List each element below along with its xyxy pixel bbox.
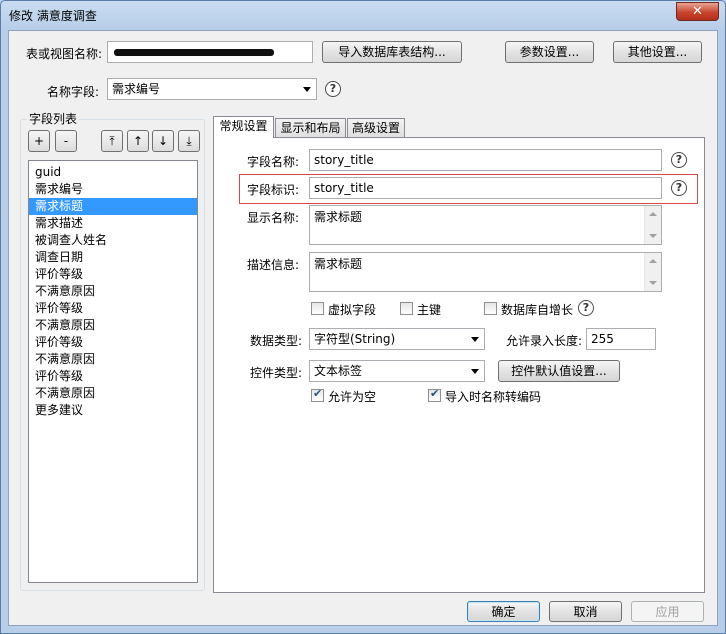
control-type-value: 文本标签 <box>314 364 363 378</box>
data-type-label: 数据类型: <box>250 334 303 348</box>
scrollbar[interactable] <box>644 206 661 244</box>
field-list-item[interactable]: 评价等级 <box>29 266 197 283</box>
max-length-input[interactable]: 255 <box>586 328 656 350</box>
help-icon[interactable]: ? <box>671 152 687 168</box>
move-up-button[interactable]: ↑ <box>127 130 149 152</box>
table-name-input[interactable] <box>107 41 313 63</box>
field-list-item[interactable]: 调查日期 <box>29 249 197 266</box>
display-name-label: 显示名称: <box>247 211 300 225</box>
redacted-text <box>114 49 274 56</box>
field-list-item[interactable]: 评价等级 <box>29 300 197 317</box>
remove-field-button[interactable]: - <box>55 130 77 152</box>
data-type-value: 字符型(String) <box>314 332 396 346</box>
auto-increment-checkbox[interactable] <box>484 302 497 315</box>
close-button[interactable]: ✕ <box>676 2 719 21</box>
help-icon[interactable]: ? <box>578 300 594 316</box>
add-field-button[interactable]: + <box>28 130 50 152</box>
move-down-button[interactable]: ↓ <box>152 130 174 152</box>
other-settings-button[interactable]: 其他设置... <box>613 41 702 63</box>
scroll-down-icon[interactable] <box>649 281 657 285</box>
field-list-item[interactable]: guid <box>29 164 197 181</box>
description-textarea[interactable]: 需求标题 <box>309 252 662 292</box>
name-field-label: 名称字段: <box>47 85 100 99</box>
scroll-up-icon[interactable] <box>649 212 657 216</box>
apply-button[interactable]: 应用 <box>631 601 704 622</box>
field-id-input[interactable]: story_title <box>309 177 662 199</box>
field-list-item[interactable]: 评价等级 <box>29 334 197 351</box>
allow-null-checkbox[interactable] <box>311 387 324 402</box>
chevron-down-icon <box>303 87 311 92</box>
field-list-title: 字段列表 <box>27 110 80 127</box>
allow-null-label: 允许为空 <box>328 390 377 404</box>
field-list-item[interactable]: 更多建议 <box>29 402 197 419</box>
help-icon[interactable]: ? <box>325 81 341 97</box>
import-table-structure-button[interactable]: 导入数据库表结构... <box>322 41 462 63</box>
tab-advanced[interactable]: 高级设置 <box>347 118 405 137</box>
display-name-textarea[interactable]: 需求标题 <box>309 205 662 245</box>
name-field-select[interactable]: 需求编号 <box>107 78 317 100</box>
chevron-down-icon <box>471 369 479 374</box>
description-label: 描述信息: <box>247 258 300 272</box>
field-id-label: 字段标识: <box>247 183 300 197</box>
display-name-value: 需求标题 <box>314 210 363 224</box>
move-bottom-button[interactable]: ⤓ <box>178 130 200 152</box>
encode-on-import-checkbox[interactable] <box>428 387 441 402</box>
encode-on-import-label: 导入时名称转编码 <box>445 390 542 404</box>
dialog-window: 修改 满意度调查 ✕ 表或视图名称: 导入数据库表结构... 参数设置... 其… <box>0 0 726 634</box>
field-list-item[interactable]: 评价等级 <box>29 368 197 385</box>
table-name-label: 表或视图名称: <box>26 47 103 61</box>
description-value: 需求标题 <box>314 257 363 271</box>
field-list-item[interactable]: 不满意原因 <box>29 351 197 368</box>
data-type-select[interactable]: 字符型(String) <box>309 328 485 350</box>
primary-key-label: 主键 <box>417 303 442 317</box>
ok-button[interactable]: 确定 <box>467 601 540 622</box>
chevron-down-icon <box>471 337 479 342</box>
general-tab-panel: 字段名称: story_title ? 字段标识: story_title ? … <box>213 137 705 593</box>
field-name-input[interactable]: story_title <box>309 149 662 171</box>
field-name-label: 字段名称: <box>247 155 300 169</box>
primary-key-checkbox[interactable] <box>400 302 413 315</box>
title-bar[interactable]: 修改 满意度调查 ✕ <box>1 1 725 29</box>
field-list-item[interactable]: 不满意原因 <box>29 283 197 300</box>
field-list-item[interactable]: 被调查人姓名 <box>29 232 197 249</box>
scrollbar[interactable] <box>644 253 661 291</box>
help-icon[interactable]: ? <box>671 180 687 196</box>
dialog-client: 表或视图名称: 导入数据库表结构... 参数设置... 其他设置... 名称字段… <box>8 30 718 626</box>
virtual-field-label: 虚拟字段 <box>328 303 377 317</box>
field-list-item[interactable]: 不满意原因 <box>29 385 197 402</box>
scroll-up-icon[interactable] <box>649 259 657 263</box>
field-list-item[interactable]: 需求编号 <box>29 181 197 198</box>
control-type-label: 控件类型: <box>250 366 303 380</box>
auto-increment-label: 数据库自增长 <box>501 303 574 317</box>
virtual-field-checkbox[interactable] <box>311 302 324 315</box>
control-type-select[interactable]: 文本标签 <box>309 360 485 382</box>
field-list-item[interactable]: 需求描述 <box>29 215 197 232</box>
move-top-button[interactable]: ⤒ <box>101 130 123 152</box>
cancel-button[interactable]: 取消 <box>549 601 622 622</box>
field-list-item[interactable]: 需求标题 <box>29 198 197 215</box>
parameter-settings-button[interactable]: 参数设置... <box>505 41 594 63</box>
field-listbox[interactable]: guid 需求编号 需求标题 需求描述 被调查人姓名 调查日期 评价等级 不满意原因 评价等级不… <box>28 160 198 583</box>
control-default-settings-button[interactable]: 控件默认值设置... <box>498 360 620 382</box>
name-field-value: 需求编号 <box>112 82 161 96</box>
field-list-item[interactable]: 不满意原因 <box>29 317 197 334</box>
scroll-down-icon[interactable] <box>649 234 657 238</box>
tab-general[interactable]: 常规设置 <box>213 116 274 138</box>
window-title: 修改 满意度调查 <box>9 9 97 23</box>
tab-display-layout[interactable]: 显示和布局 <box>275 118 346 137</box>
max-length-label: 允许录入长度: <box>506 334 583 348</box>
